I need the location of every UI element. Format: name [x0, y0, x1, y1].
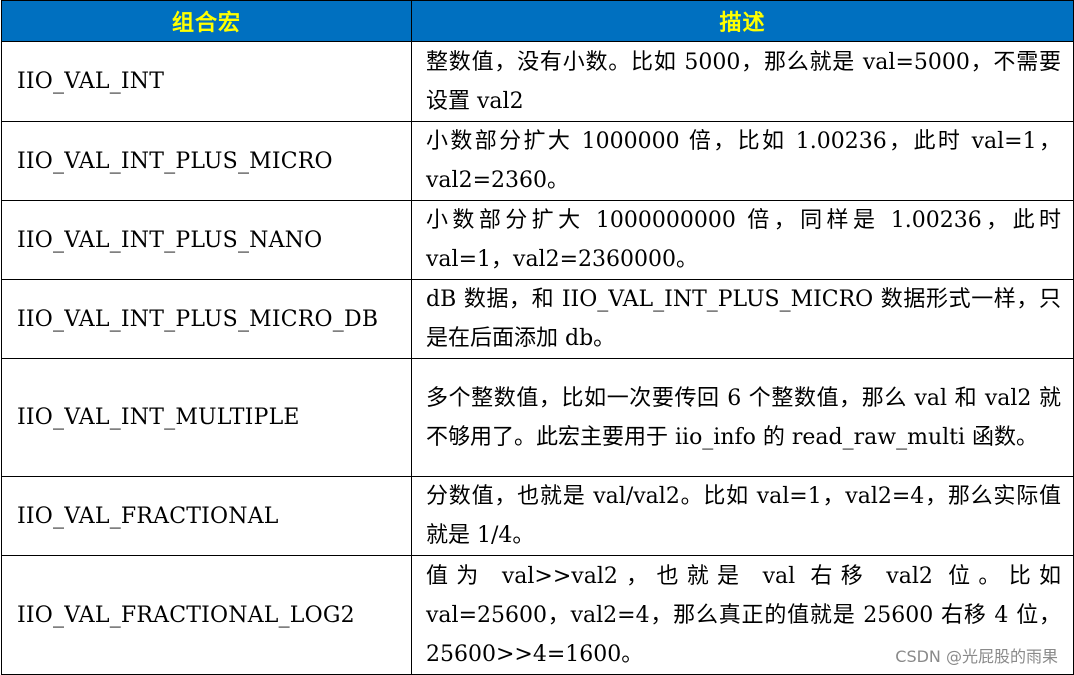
macro-description-cell: 分数值，也就是 val/val2。比如 val=1，val2=4，那么实际值就是… — [411, 476, 1074, 556]
header-name: 组合宏 — [1, 0, 412, 42]
table-row: IIO_VAL_INT_PLUS_MICRO_DB dB 数据，和 IIO_VA… — [1, 279, 1074, 359]
iio-macro-table: 组合宏 描述 IIO_VAL_INT 整数值，没有小数。比如 5000，那么就是… — [1, 0, 1074, 675]
table-row: IIO_VAL_INT_MULTIPLE 多个整数值，比如一次要传回 6 个整数… — [1, 358, 1074, 477]
table-header-row: 组合宏 描述 — [1, 0, 1074, 42]
macro-description-cell: 小数部分扩大 1000000000 倍，同样是 1.00236，此时 val=1… — [411, 200, 1074, 280]
table-row: IIO_VAL_INT_PLUS_NANO 小数部分扩大 1000000000 … — [1, 200, 1074, 280]
macro-description-cell: 小数部分扩大 1000000 倍，比如 1.00236，此时 val=1，val… — [411, 121, 1074, 201]
header-description: 描述 — [411, 0, 1074, 42]
table-row: IIO_VAL_INT 整数值，没有小数。比如 5000，那么就是 val=50… — [1, 41, 1074, 122]
macro-name-cell: IIO_VAL_INT_PLUS_MICRO_DB — [1, 279, 412, 359]
table-row: IIO_VAL_FRACTIONAL 分数值，也就是 val/val2。比如 v… — [1, 476, 1074, 556]
macro-name-cell: IIO_VAL_INT — [1, 41, 412, 122]
macro-name-cell: IIO_VAL_FRACTIONAL — [1, 476, 412, 556]
macro-description-cell: 多个整数值，比如一次要传回 6 个整数值，那么 val 和 val2 就不够用了… — [411, 358, 1074, 477]
macro-name-cell: IIO_VAL_INT_PLUS_MICRO — [1, 121, 412, 201]
csdn-watermark: CSDN @光屁股的雨果 — [893, 643, 1060, 667]
table-row: IIO_VAL_INT_PLUS_MICRO 小数部分扩大 1000000 倍，… — [1, 121, 1074, 201]
macro-description-cell: 整数值，没有小数。比如 5000，那么就是 val=5000，不需要设置 val… — [411, 41, 1074, 122]
macro-name-cell: IIO_VAL_FRACTIONAL_LOG2 — [1, 555, 412, 675]
macro-name-cell: IIO_VAL_INT_PLUS_NANO — [1, 200, 412, 280]
macro-name-cell: IIO_VAL_INT_MULTIPLE — [1, 358, 412, 477]
macro-description-cell: dB 数据，和 IIO_VAL_INT_PLUS_MICRO 数据形式一样，只是… — [411, 279, 1074, 359]
